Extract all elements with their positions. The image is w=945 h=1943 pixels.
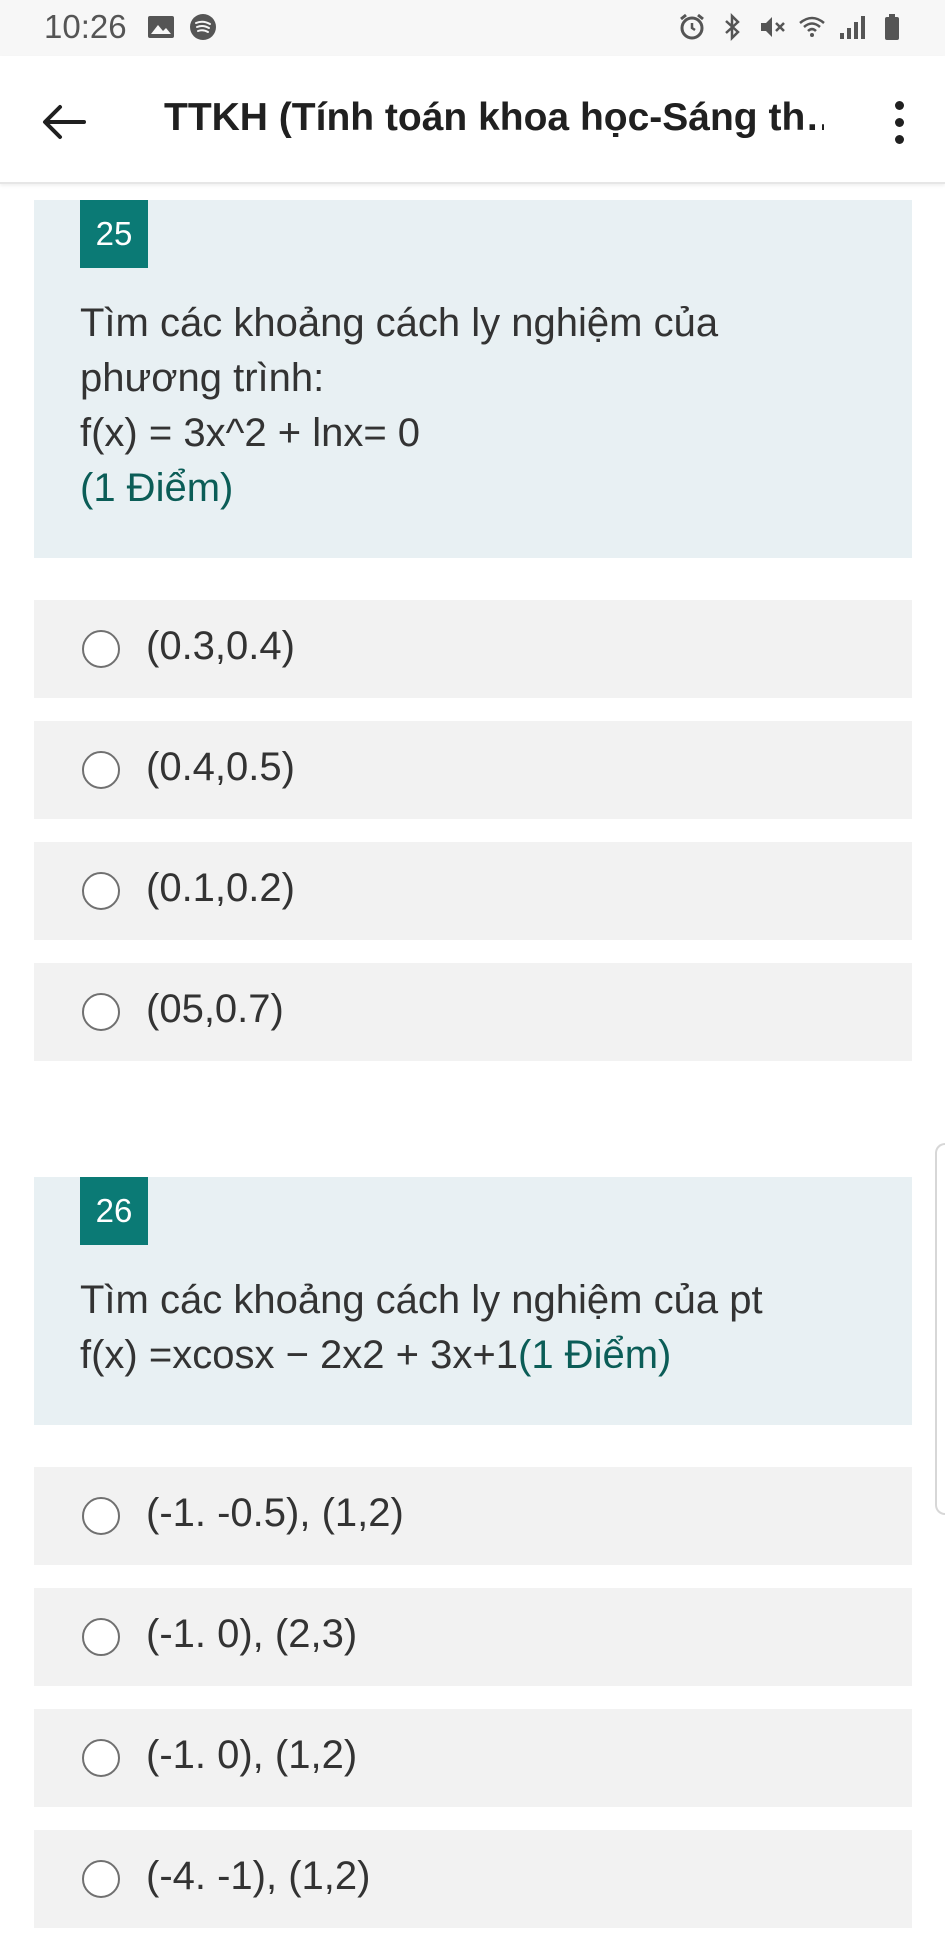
question-text-line: Tìm các khoảng cách ly nghiệm của: [80, 301, 719, 345]
page-title: TTKH (Tính toán khoa học-Sáng th…: [164, 96, 824, 139]
arrow-left-icon: [43, 105, 86, 139]
question-card-26: 26 Tìm các khoảng cách ly nghiệm của pt …: [34, 1177, 912, 1425]
spotify-icon: [188, 12, 218, 42]
status-time: 10:26: [44, 8, 127, 45]
question-text-line: f(x) = 3x^2 + lnx= 0: [80, 411, 421, 455]
status-right-icons: [677, 12, 907, 42]
scroll-handle[interactable]: [935, 1143, 945, 1515]
question-number: 26: [80, 1177, 148, 1245]
status-bar: 10:26: [0, 0, 945, 56]
gallery-icon: [146, 12, 176, 42]
option-label: (-1. -0.5), (1,2): [146, 1491, 404, 1535]
option-label: (05,0.7): [146, 987, 284, 1031]
question-points: (1 Điểm): [80, 466, 234, 510]
option-label: (-4. -1), (1,2): [146, 1854, 371, 1898]
wifi-icon: [797, 12, 827, 42]
more-vert-icon: [894, 100, 904, 110]
answer-option[interactable]: (0.3,0.4): [34, 600, 912, 698]
back-button[interactable]: [36, 94, 92, 150]
radio-button[interactable]: [82, 1739, 120, 1777]
radio-button[interactable]: [82, 993, 120, 1031]
bluetooth-icon: [717, 12, 747, 42]
battery-icon: [877, 12, 907, 42]
answer-option[interactable]: (-1. -0.5), (1,2): [34, 1467, 912, 1565]
option-label: (0.1,0.2): [146, 866, 295, 910]
option-label: (0.4,0.5): [146, 745, 295, 789]
answer-option[interactable]: (05,0.7): [34, 963, 912, 1061]
question-text-line: phương trình:: [80, 356, 325, 400]
radio-button[interactable]: [82, 872, 120, 910]
answer-option[interactable]: (-1. 0), (2,3): [34, 1588, 912, 1686]
question-points: (1 Điểm): [518, 1333, 672, 1377]
option-label: (0.3,0.4): [146, 624, 295, 668]
answer-option[interactable]: (-4. -1), (1,2): [34, 1830, 912, 1928]
answer-option[interactable]: (0.1,0.2): [34, 842, 912, 940]
option-label: (-1. 0), (1,2): [146, 1733, 358, 1777]
app-bar: TTKH (Tính toán khoa học-Sáng th…: [0, 56, 945, 184]
radio-button[interactable]: [82, 751, 120, 789]
option-label: (-1. 0), (2,3): [146, 1612, 358, 1656]
radio-button[interactable]: [82, 630, 120, 668]
more-options-button[interactable]: [879, 94, 919, 150]
status-left-icons: [146, 12, 218, 42]
radio-button[interactable]: [82, 1860, 120, 1898]
signal-icon: [837, 12, 867, 42]
question-text-line: Tìm các khoảng cách ly nghiệm của pt: [80, 1278, 763, 1322]
radio-button[interactable]: [82, 1618, 120, 1656]
answer-option[interactable]: (-1. 0), (1,2): [34, 1709, 912, 1807]
mute-icon: [757, 12, 787, 42]
question-text-line: f(x) =xcosx − 2x2 + 3x+1(1 Điểm): [80, 1333, 672, 1377]
question-text: Tìm các khoảng cách ly nghiệm của pt f(x…: [80, 1273, 880, 1383]
question-card-25: 25 Tìm các khoảng cách ly nghiệm của phư…: [34, 200, 912, 558]
answer-option[interactable]: (0.4,0.5): [34, 721, 912, 819]
question-number: 25: [80, 200, 148, 268]
question-text: Tìm các khoảng cách ly nghiệm của phương…: [80, 296, 860, 516]
alarm-icon: [677, 12, 707, 42]
radio-button[interactable]: [82, 1497, 120, 1535]
